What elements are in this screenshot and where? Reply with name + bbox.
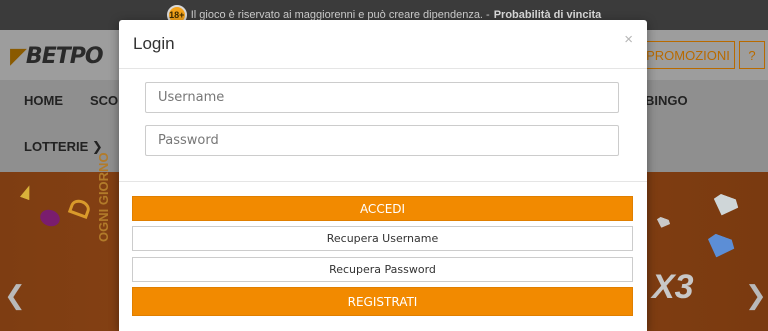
username-input[interactable] xyxy=(145,82,619,113)
promotions-button[interactable]: PROMOZIONI xyxy=(641,41,735,69)
header-divider xyxy=(119,68,647,69)
login-button[interactable]: ACCEDI xyxy=(132,196,633,221)
login-modal: Login × ACCEDI Recupera Username Recuper… xyxy=(119,20,647,331)
modal-title: Login xyxy=(133,34,175,53)
logo-text: BETPO xyxy=(25,44,104,69)
recover-username-button[interactable]: Recupera Username xyxy=(132,226,633,251)
nav-item-bingo[interactable]: BINGO xyxy=(645,93,688,108)
recover-password-button[interactable]: Recupera Password xyxy=(132,257,633,282)
logo-mark-icon: ◤ xyxy=(10,44,27,69)
brand-logo[interactable]: ◤BETPO xyxy=(10,44,104,69)
nav-item-sco[interactable]: SCO xyxy=(90,93,118,108)
help-button[interactable]: ? xyxy=(739,41,765,69)
footer-divider xyxy=(119,181,647,182)
banner-multiplier: X3 xyxy=(652,268,694,306)
close-icon[interactable]: × xyxy=(624,31,633,48)
banner-prev-arrow-icon[interactable]: ❮ xyxy=(4,280,26,311)
banner-vertical-text: OGNI GIORNO xyxy=(96,152,111,242)
password-input[interactable] xyxy=(145,125,619,156)
register-button[interactable]: REGISTRATI xyxy=(132,287,633,316)
nav-item-lotterie[interactable]: LOTTERIE ❯ xyxy=(24,139,103,155)
nav-item-home[interactable]: HOME xyxy=(24,93,63,108)
banner-next-arrow-icon[interactable]: ❯ xyxy=(745,280,767,311)
